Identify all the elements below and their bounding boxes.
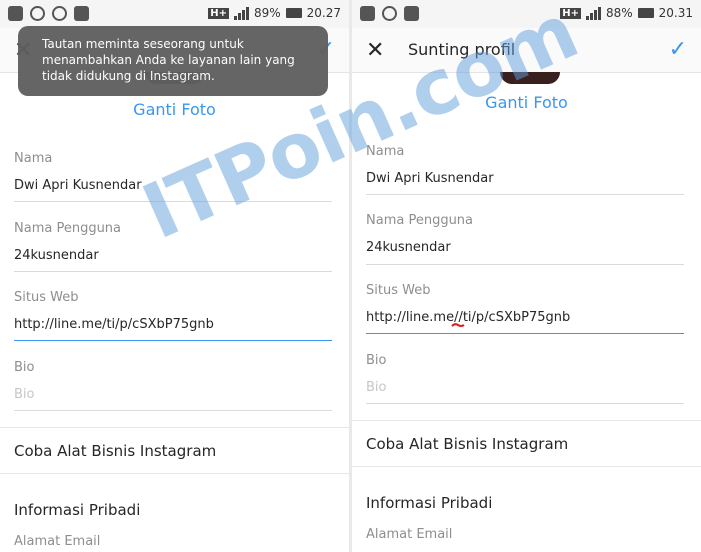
personal-info-heading: Informasi Pribadi [366,494,493,512]
website-underline [366,333,684,334]
battery-percent: 88% [605,6,633,20]
bio-field[interactable]: Bio [366,380,386,395]
website-field[interactable]: http://line.me//ti/p/cSXbP75gnb [366,310,570,325]
toast-message: Tautan meminta seseorang untuk menambahk… [18,26,328,96]
change-photo-link[interactable]: Ganti Foto [352,93,701,112]
whatsapp-icon [52,6,67,21]
email-label: Alamat Email [14,534,101,549]
name-underline [14,201,332,202]
name-field[interactable]: Dwi Apri Kusnendar [14,178,142,193]
message-notification-icon [8,6,23,21]
section-divider [0,427,349,428]
avatar[interactable] [500,72,560,84]
business-tools-link[interactable]: Coba Alat Bisnis Instagram [14,442,216,460]
right-phone-screen: H+ 88% 20.31 ✕ Sunting profil ✓ Ganti Fo… [352,0,701,552]
app-bar: ✕ Sunting profil ✓ [352,28,701,73]
bio-label: Bio [366,353,387,368]
battery-percent: 89% [253,6,281,20]
website-field[interactable]: http://line.me/ti/p/cSXbP75gnb [14,317,214,332]
image-icon [74,6,89,21]
status-bar: H+ 88% 20.31 [352,0,701,28]
email-label: Alamat Email [366,527,453,542]
annotation-underline [451,323,465,327]
business-tools-link[interactable]: Coba Alat Bisnis Instagram [366,435,568,453]
personal-info-heading: Informasi Pribadi [14,501,141,519]
username-underline [366,264,684,265]
section-divider [352,420,701,421]
username-label: Nama Pengguna [366,213,474,228]
network-type: H+ [560,7,581,19]
network-type: H+ [208,7,229,19]
name-underline [366,194,684,195]
username-underline [14,271,332,272]
message-notification-icon [360,6,375,21]
section-divider [352,466,701,467]
signal-icon [585,6,601,20]
battery-icon [285,8,302,18]
close-icon[interactable]: ✕ [366,38,384,63]
bio-underline [366,403,684,404]
bio-field[interactable]: Bio [14,387,34,402]
name-label: Nama [366,144,405,159]
website-label: Situs Web [366,283,431,298]
save-check-icon[interactable]: ✓ [669,37,687,62]
name-field[interactable]: Dwi Apri Kusnendar [366,171,494,186]
sync-icon [30,6,45,21]
left-phone-screen: H+ 89% 20.27 ✕ ✓ Ganti Foto Nama Dwi Apr… [0,0,349,552]
username-label: Nama Pengguna [14,221,122,236]
website-label: Situs Web [14,290,79,305]
username-field[interactable]: 24kusnendar [366,240,451,255]
website-underline [14,340,332,341]
username-field[interactable]: 24kusnendar [14,248,99,263]
section-divider [0,473,349,474]
bio-underline [14,410,332,411]
clock: 20.31 [658,6,693,20]
status-bar: H+ 89% 20.27 [0,0,349,28]
clock: 20.27 [306,6,341,20]
sync-icon [382,6,397,21]
page-title: Sunting profil [408,40,516,59]
name-label: Nama [14,151,53,166]
battery-icon [637,8,654,18]
image-icon [404,6,419,21]
signal-icon [233,6,249,20]
change-photo-link[interactable]: Ganti Foto [0,100,349,119]
bio-label: Bio [14,360,35,375]
